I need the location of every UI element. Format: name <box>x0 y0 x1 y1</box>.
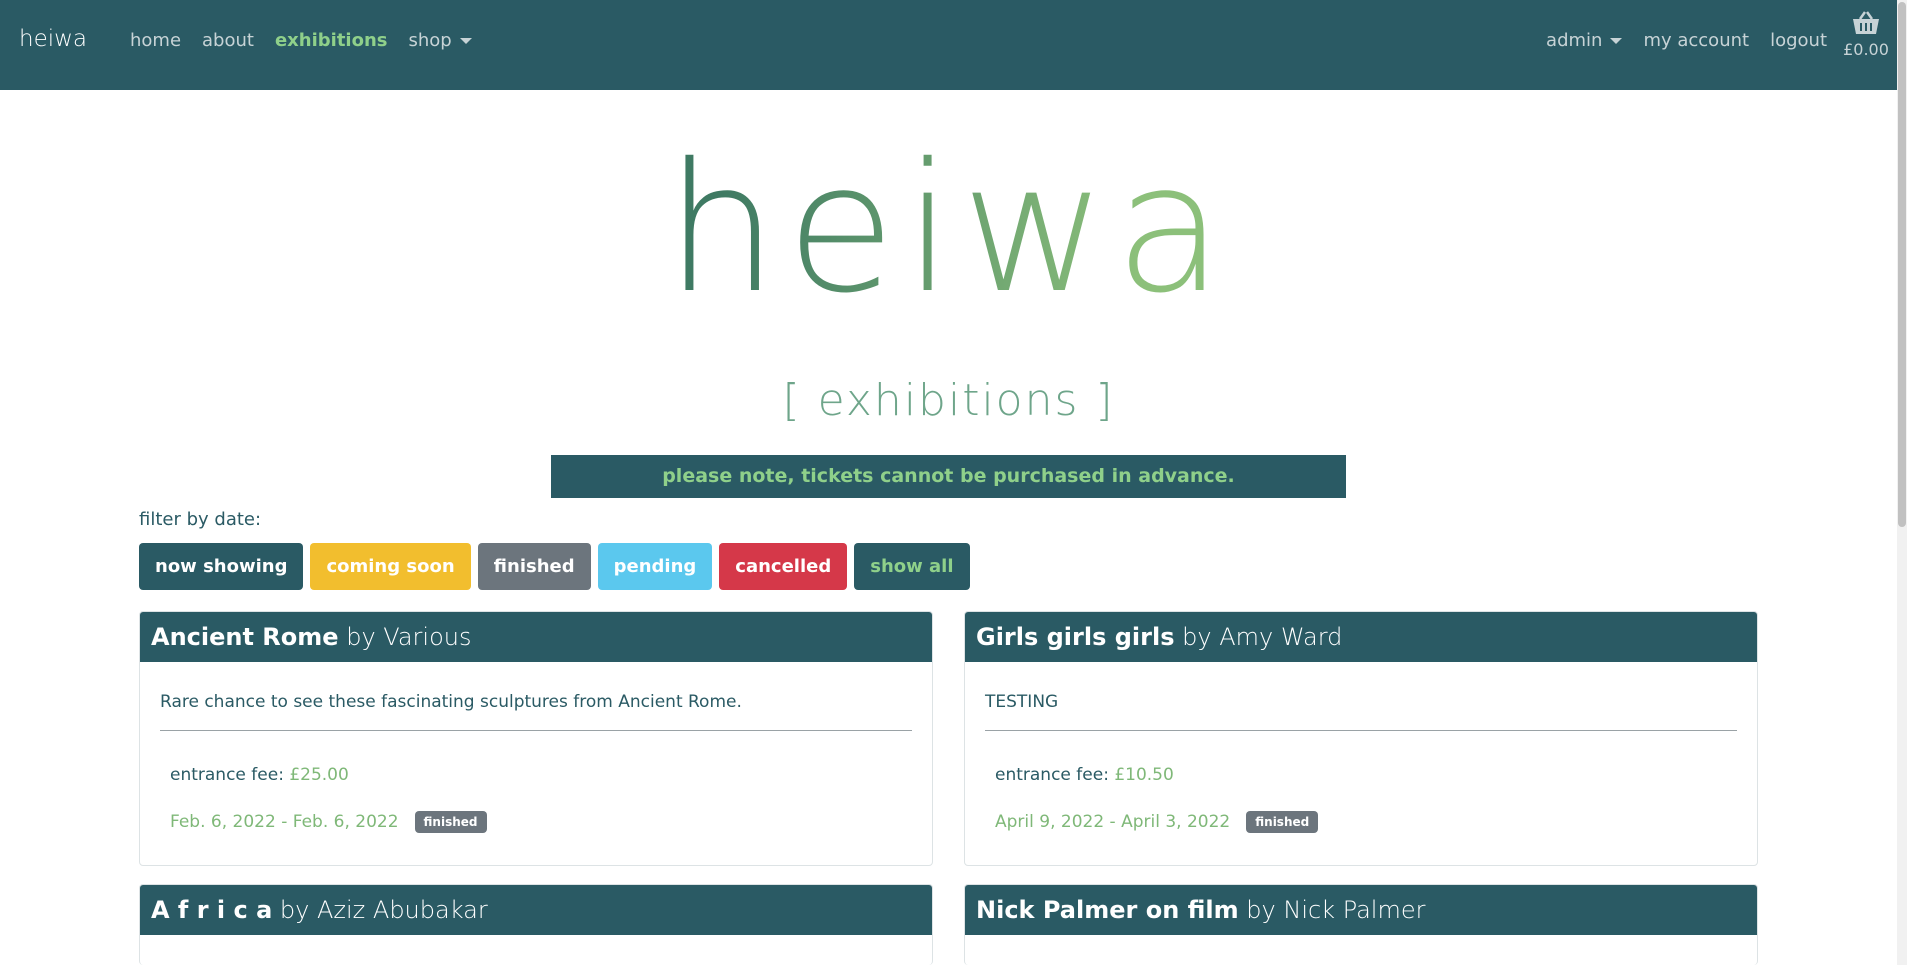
nav-about[interactable]: about <box>202 30 254 51</box>
filter-now-showing-button[interactable]: now showing <box>139 543 304 590</box>
nav-my-account[interactable]: my account <box>1643 30 1749 51</box>
divider <box>160 730 912 731</box>
basket-total: £0.00 <box>1843 40 1889 59</box>
fee-label: entrance fee: <box>170 765 284 785</box>
filter-cancelled-button[interactable]: cancelled <box>719 543 848 590</box>
caret-down-icon <box>459 38 472 44</box>
page-title: [ exhibitions ] <box>782 375 1115 426</box>
exhibition-description: Rare chance to see these fascinating scu… <box>160 692 742 712</box>
exhibition-artist: by Amy Ward <box>1182 623 1343 651</box>
exhibition-header[interactable]: Ancient Rome by Various <box>140 612 932 662</box>
top-navbar: heiwa home about exhibitions shop admin … <box>0 0 1897 90</box>
nav-shop-dropdown[interactable]: shop <box>409 30 472 51</box>
main-nav: home about exhibitions shop <box>130 30 493 51</box>
basket-icon <box>1853 11 1879 34</box>
page-scrollbar[interactable] <box>1897 0 1907 965</box>
nav-admin-label: admin <box>1546 30 1603 51</box>
exhibition-artist: by Various <box>346 623 472 651</box>
fee-label: entrance fee: <box>995 765 1109 785</box>
exhibition-title: Ancient Rome <box>151 623 339 651</box>
scrollbar-thumb[interactable] <box>1898 2 1906 527</box>
exhibition-card: Ancient Rome by Various Rare chance to s… <box>139 611 933 866</box>
nav-shop-label: shop <box>408 30 452 51</box>
exhibition-dates: Feb. 6, 2022 - Feb. 6, 2022 finished <box>160 811 912 865</box>
filter-coming-soon-button[interactable]: coming soon <box>310 543 471 590</box>
exhibition-title: Girls girls girls <box>976 623 1175 651</box>
notice-banner: please note, tickets cannot be purchased… <box>551 455 1346 498</box>
caret-down-icon <box>1610 38 1623 44</box>
exhibition-artist: by Nick Palmer <box>1246 896 1426 924</box>
hero-logo: heiwa <box>0 140 1897 318</box>
fee-value: £25.00 <box>289 765 349 785</box>
filter-label: filter by date: <box>139 509 262 530</box>
date-range: April 9, 2022 - April 3, 2022 <box>995 812 1231 832</box>
filter-buttons: now showing coming soon finished pending… <box>139 543 970 590</box>
nav-exhibitions[interactable]: exhibitions <box>275 30 388 51</box>
exhibition-dates: April 9, 2022 - April 3, 2022 finished <box>985 811 1737 865</box>
account-nav: admin my account logout <box>1525 30 1827 51</box>
nav-admin-dropdown[interactable]: admin <box>1546 30 1623 51</box>
status-badge: finished <box>414 811 487 833</box>
exhibition-header[interactable]: Nick Palmer on film by Nick Palmer <box>965 885 1757 935</box>
divider <box>985 730 1737 731</box>
entrance-fee: entrance fee: £10.50 <box>985 765 1737 785</box>
exhibition-header[interactable]: Girls girls girls by Amy Ward <box>965 612 1757 662</box>
exhibition-artist: by Aziz Abubakar <box>279 896 488 924</box>
exhibition-card: Nick Palmer on film by Nick Palmer <box>964 884 1758 965</box>
exhibition-card: Girls girls girls by Amy Ward TESTING en… <box>964 611 1758 866</box>
nav-logout[interactable]: logout <box>1770 30 1827 51</box>
exhibition-description: TESTING <box>985 692 1059 712</box>
brand-link[interactable]: heiwa <box>19 26 87 52</box>
exhibition-card: A f r i c a by Aziz Abubakar <box>139 884 933 965</box>
exhibition-title: Nick Palmer on film <box>976 896 1239 924</box>
fee-value: £10.50 <box>1114 765 1174 785</box>
filter-pending-button[interactable]: pending <box>597 543 713 590</box>
status-badge: finished <box>1246 811 1319 833</box>
nav-home[interactable]: home <box>130 30 181 51</box>
basket-link[interactable]: £0.00 <box>1841 10 1891 59</box>
filter-finished-button[interactable]: finished <box>477 543 591 590</box>
exhibition-title: A f r i c a <box>151 896 273 924</box>
date-range: Feb. 6, 2022 - Feb. 6, 2022 <box>170 812 399 832</box>
filter-show-all-button[interactable]: show all <box>854 543 970 590</box>
exhibition-header[interactable]: A f r i c a by Aziz Abubakar <box>140 885 932 935</box>
entrance-fee: entrance fee: £25.00 <box>160 765 912 785</box>
